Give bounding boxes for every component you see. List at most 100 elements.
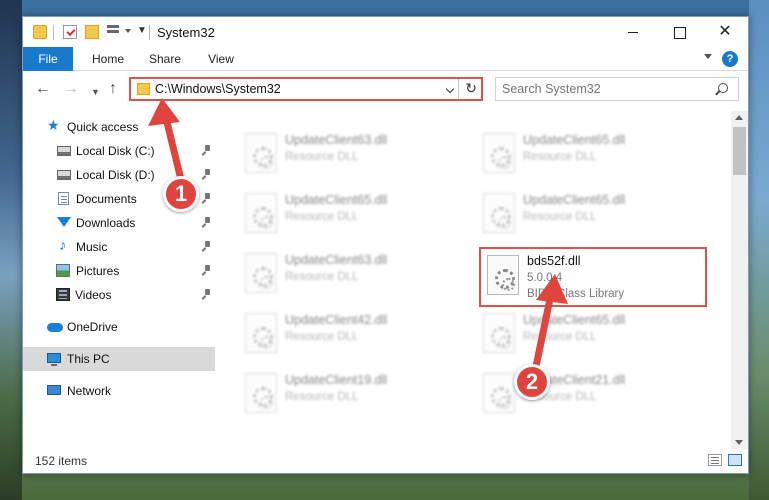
documents-icon <box>58 192 69 205</box>
sidebar-item-local-disk-c[interactable]: Local Disk (C:) <box>23 139 215 163</box>
sidebar-item-pictures[interactable]: Pictures <box>23 259 215 283</box>
pin-icon[interactable] <box>203 169 211 179</box>
close-button[interactable]: ✕ <box>702 17 748 47</box>
navigation-bar: ← → ▼ ↑ C:\Windows\System32 ↻ <box>23 72 748 106</box>
expand-ribbon-icon[interactable] <box>704 54 712 59</box>
address-path[interactable]: C:\Windows\System32 <box>155 82 281 96</box>
file-type: Resource DLL <box>285 391 359 403</box>
back-arrow-icon[interactable]: ← <box>35 81 51 97</box>
ribbon-tabs: File Home Share View ? <box>23 47 748 71</box>
sidebar-item-onedrive[interactable]: OneDrive <box>23 315 215 339</box>
list-item[interactable]: UpdateClient63.dll Resource DLL <box>239 249 469 301</box>
highlighted-file-item[interactable]: bds52f.dll 5.0.0.4 BIDS Class Library <box>479 247 707 307</box>
search-input[interactable] <box>502 82 702 96</box>
new-folder-icon[interactable] <box>85 25 99 39</box>
disk-icon <box>57 170 71 180</box>
videos-icon <box>56 288 70 301</box>
file-name: bds52f.dll <box>527 254 581 268</box>
pin-icon[interactable] <box>203 289 211 299</box>
chevron-down-icon[interactable] <box>445 84 455 94</box>
list-item[interactable]: UpdateClient21.dll Resource DLL <box>477 369 707 421</box>
refresh-icon[interactable]: ↻ <box>465 80 477 97</box>
computer-icon <box>47 353 61 366</box>
dll-file-icon <box>483 313 515 353</box>
file-name: UpdateClient63.dll <box>285 133 388 147</box>
disk-icon <box>57 146 71 156</box>
file-name: UpdateClient65.dll <box>523 313 626 327</box>
list-item[interactable]: UpdateClient65.dll Resource DLL <box>477 309 707 361</box>
tab-home[interactable]: Home <box>81 47 135 71</box>
search-box[interactable] <box>495 77 739 101</box>
pin-icon[interactable] <box>203 265 211 275</box>
file-name: UpdateClient65.dll <box>523 133 626 147</box>
scroll-up-icon[interactable] <box>735 115 743 120</box>
scroll-down-icon[interactable] <box>735 440 743 445</box>
sidebar-item-this-pc[interactable]: This PC <box>23 347 215 371</box>
tab-share[interactable]: Share <box>143 47 187 71</box>
sidebar-item-downloads[interactable]: Downloads <box>23 211 215 235</box>
sidebar-item-quick-access[interactable]: ★ Quick access <box>23 115 215 139</box>
file-type: Resource DLL <box>523 211 597 223</box>
details-view-icon[interactable] <box>708 454 722 466</box>
pictures-icon <box>56 264 70 277</box>
recent-locations-icon[interactable]: ▼ <box>91 84 100 100</box>
view-list-icon[interactable] <box>107 25 123 39</box>
vertical-scrollbar[interactable] <box>731 111 748 449</box>
address-bar[interactable]: C:\Windows\System32 ↻ <box>129 77 483 101</box>
customize-toolbar-icon[interactable]: ▼ <box>137 25 147 36</box>
sidebar-item-label: Local Disk (D:) <box>76 168 155 182</box>
dll-file-icon <box>483 133 515 173</box>
network-icon <box>47 385 61 395</box>
dll-file-icon <box>483 373 515 413</box>
dll-file-icon <box>487 255 519 295</box>
file-type: Resource DLL <box>285 271 359 283</box>
list-item[interactable]: UpdateClient65.dll Resource DLL <box>477 129 707 181</box>
list-item[interactable]: UpdateClient19.dll Resource DLL <box>239 369 469 421</box>
divider <box>53 25 54 40</box>
chevron-down-icon[interactable] <box>125 29 131 33</box>
sidebar-item-music[interactable]: ♪ Music <box>23 235 215 259</box>
search-icon[interactable] <box>718 83 728 93</box>
dll-file-icon <box>483 193 515 233</box>
file-description: BIDS Class Library <box>527 288 625 300</box>
sidebar-item-label: OneDrive <box>67 320 118 334</box>
minimize-button[interactable] <box>610 17 656 47</box>
sidebar-item-network[interactable]: Network <box>23 379 215 403</box>
cloud-icon <box>47 323 63 332</box>
sidebar-item-videos[interactable]: Videos <box>23 283 215 307</box>
divider <box>458 79 459 99</box>
file-name: UpdateClient65.dll <box>285 193 388 207</box>
file-type: Resource DLL <box>523 331 597 343</box>
pin-icon[interactable] <box>203 241 211 251</box>
tab-file[interactable]: File <box>23 47 73 71</box>
sidebar-item-label: Music <box>76 240 108 254</box>
file-name: UpdateClient19.dll <box>285 373 388 387</box>
sidebar-item-label: Videos <box>75 288 112 302</box>
file-version: 5.0.0.4 <box>527 272 563 284</box>
large-icons-view-icon[interactable] <box>728 454 742 466</box>
folder-icon <box>137 83 150 95</box>
maximize-button[interactable] <box>656 17 702 47</box>
up-arrow-icon[interactable]: ↑ <box>109 81 117 97</box>
sidebar-item-label: This PC <box>67 352 110 366</box>
folder-icon[interactable] <box>33 25 47 39</box>
downloads-icon <box>57 217 71 227</box>
tab-view[interactable]: View <box>199 47 243 71</box>
list-item[interactable]: UpdateClient65.dll Resource DLL <box>477 189 707 241</box>
properties-icon[interactable] <box>63 25 77 39</box>
dll-file-icon <box>245 313 277 353</box>
file-name: UpdateClient63.dll <box>285 253 388 267</box>
list-item[interactable]: UpdateClient63.dll Resource DLL <box>239 129 469 181</box>
forward-arrow-icon[interactable]: → <box>63 81 79 97</box>
divider <box>149 25 150 40</box>
pin-icon[interactable] <box>203 217 211 227</box>
pin-icon[interactable] <box>203 193 211 203</box>
step-badge-1: 1 <box>163 176 199 212</box>
scroll-thumb[interactable] <box>733 127 746 175</box>
status-bar: 152 items <box>23 449 748 473</box>
help-icon[interactable]: ? <box>722 51 738 67</box>
pin-icon[interactable] <box>203 145 211 155</box>
list-item[interactable]: UpdateClient65.dll Resource DLL <box>239 189 469 241</box>
sidebar-item-label: Quick access <box>67 120 139 134</box>
list-item[interactable]: UpdateClient42.dll Resource DLL <box>239 309 469 361</box>
